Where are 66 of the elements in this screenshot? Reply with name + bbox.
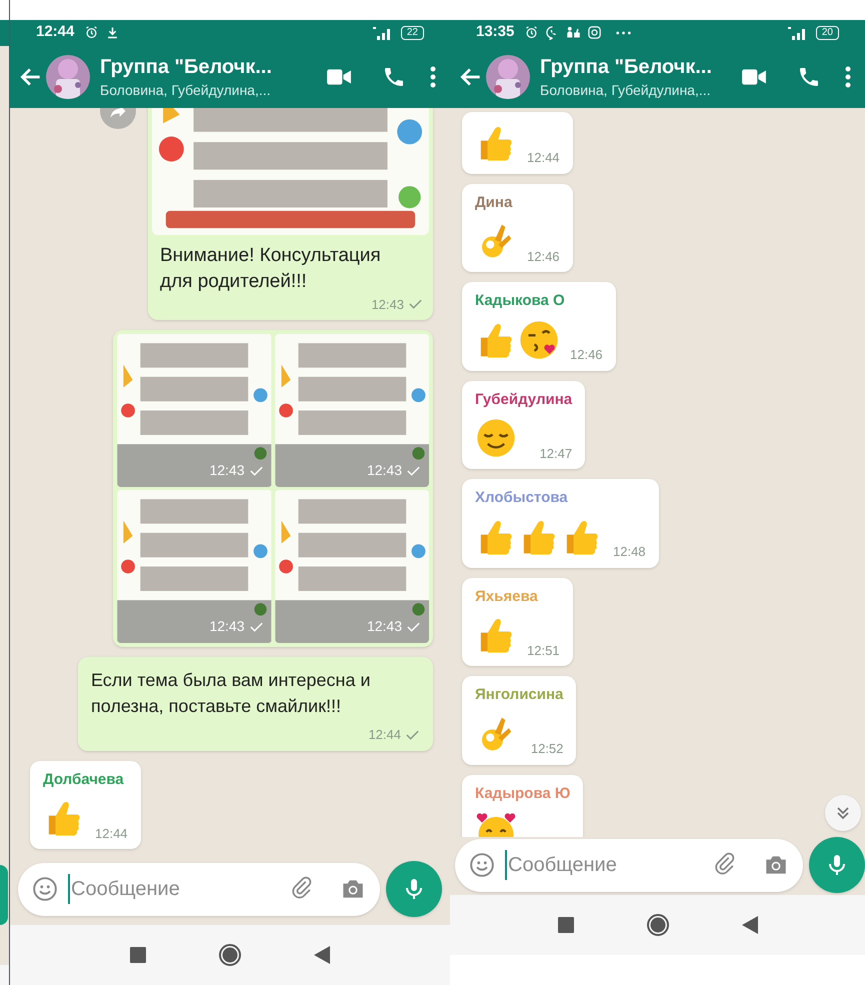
message-text: Если тема была вам интересна и полезна, поставьте смайлик!!! xyxy=(91,669,372,718)
recent-apps-button[interactable] xyxy=(558,917,574,933)
relieved-face-icon xyxy=(475,417,517,459)
sender-name: Кадыкова О xyxy=(475,291,566,311)
message-input[interactable]: Сообщение xyxy=(505,850,701,880)
dots-icon xyxy=(616,30,632,34)
alarm-clock-icon xyxy=(84,25,100,40)
triangle-icon xyxy=(742,916,758,934)
more-options-icon xyxy=(430,66,436,88)
signal-icon xyxy=(788,26,808,40)
smiley-icon xyxy=(469,852,495,878)
message-time: 12:52 xyxy=(530,740,564,758)
message-time: 12:43 xyxy=(371,296,404,314)
message-time: 12:46 xyxy=(527,248,560,266)
sender-name: Янголисина xyxy=(475,685,564,705)
microphone-button[interactable] xyxy=(809,837,865,893)
more-options-icon xyxy=(845,66,851,88)
message-time: 12:43 xyxy=(366,617,402,636)
chat-subtitle: Боловина, Губейдулина,... xyxy=(540,80,712,100)
message-time: 12:46 xyxy=(570,346,603,364)
sender-name: Дина xyxy=(475,192,514,212)
status-time: 13:35 xyxy=(476,22,514,42)
home-button[interactable] xyxy=(218,943,242,967)
message-text: Внимание! Консультация для родителей!!! xyxy=(159,244,382,294)
circle-icon xyxy=(646,913,670,937)
microphone-button[interactable] xyxy=(386,861,442,917)
message-time: 12:48 xyxy=(613,543,646,561)
double-chevron-down-icon xyxy=(836,806,850,820)
message-time: 12:43 xyxy=(209,461,244,480)
menu-button[interactable] xyxy=(430,66,436,88)
message-time: 12:51 xyxy=(527,642,560,660)
chat-subtitle: Боловина, Губейдулина,... xyxy=(100,80,272,100)
back-nav-button[interactable] xyxy=(742,916,758,934)
message-input-field[interactable]: Сообщение xyxy=(455,838,803,892)
message-time: 12:44 xyxy=(527,149,560,167)
menu-button[interactable] xyxy=(845,66,851,88)
home-button[interactable] xyxy=(646,913,670,937)
smiley-icon xyxy=(32,876,58,902)
message-time: 12:43 xyxy=(209,617,244,636)
message-input[interactable]: Сообщение xyxy=(68,874,278,904)
people-icon xyxy=(566,25,582,40)
message-time: 12:43 xyxy=(366,461,402,480)
battery-indicator: 22 xyxy=(400,26,424,40)
camera-outline-icon xyxy=(587,25,602,40)
sender-name: Губейдулина xyxy=(475,390,572,410)
message-time: 12:44 xyxy=(95,824,128,842)
signal-icon xyxy=(372,26,393,40)
chat-title: Группа "Белочк... xyxy=(540,54,713,80)
circle-icon xyxy=(218,943,242,967)
square-icon xyxy=(558,917,574,933)
alarm-clock-icon xyxy=(524,25,540,40)
status-time: 12:44 xyxy=(36,22,74,42)
scroll-down-button[interactable] xyxy=(825,795,861,831)
triangle-icon xyxy=(314,946,330,964)
sender-name: Яхьяева xyxy=(475,586,539,606)
kissing-face-icon xyxy=(518,318,560,360)
message-time: 12:47 xyxy=(540,444,572,462)
chat-title: Группа "Белочк... xyxy=(100,54,273,80)
message-time: 12:44 xyxy=(368,726,401,744)
sender-name: Хлобыстова xyxy=(475,488,569,508)
sender-name: Кадырова Ю xyxy=(475,784,570,804)
message-input-field[interactable]: Сообщение xyxy=(18,862,380,916)
battery-indicator: 20 xyxy=(816,26,839,40)
back-nav-button[interactable] xyxy=(314,946,330,964)
sender-name: Долбачева xyxy=(43,770,125,790)
square-icon xyxy=(130,947,146,963)
